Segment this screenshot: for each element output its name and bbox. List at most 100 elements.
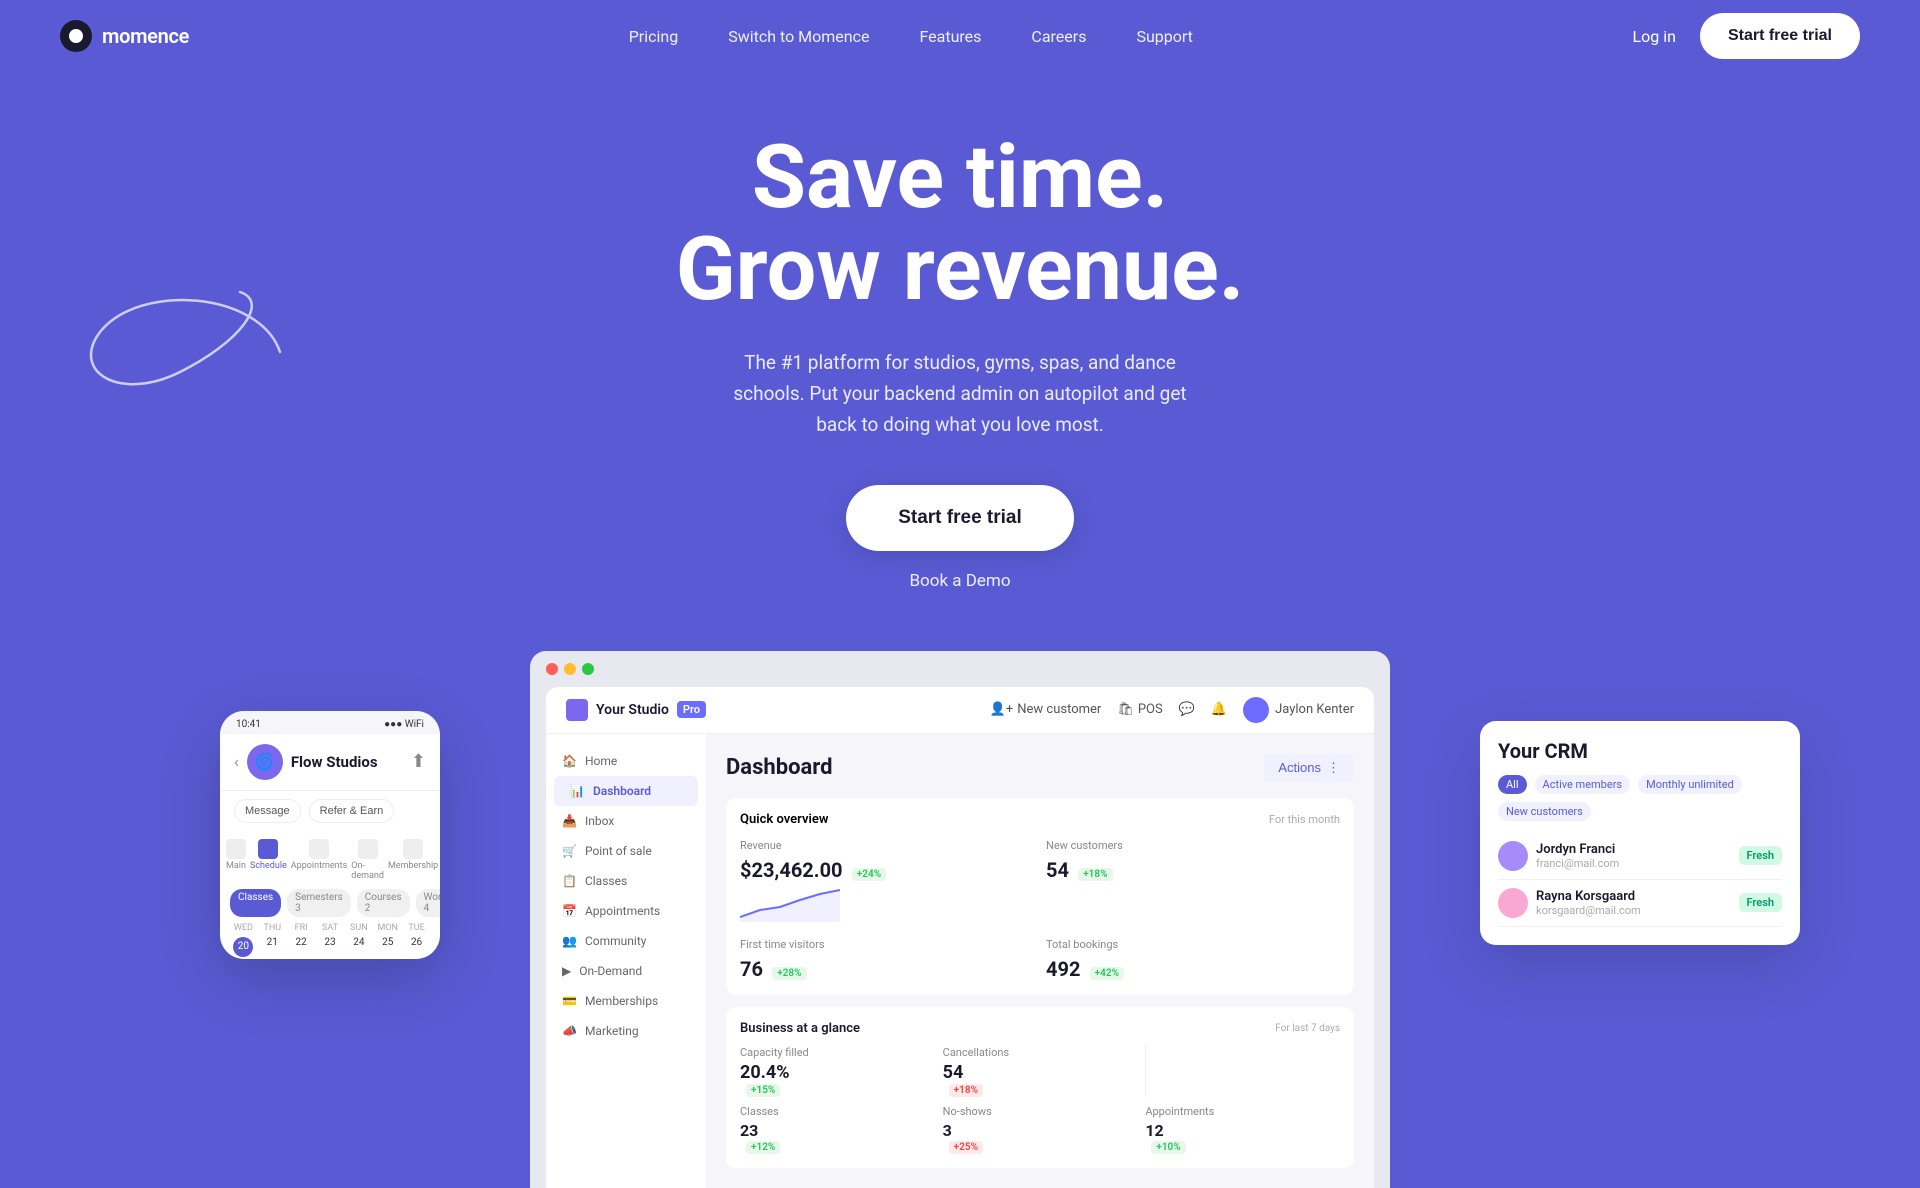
navigation: momence Pricing Switch to Momence Featur…	[0, 0, 1920, 72]
logo-inner-dot	[69, 29, 83, 43]
preview-section: 10:41 ●●● WiFi ‹ 🌀 Flow Studios ⬆ Messag…	[0, 631, 1920, 1188]
biz-period: For last 7 days	[1275, 1023, 1340, 1034]
mobile-nav-schedule[interactable]: Schedule	[250, 839, 287, 881]
crm-tab-active[interactable]: Active members	[1535, 775, 1631, 794]
inbox-icon: 📥	[562, 814, 577, 828]
revenue-value: $23,462.00	[740, 858, 843, 882]
nav-careers[interactable]: Careers	[1031, 27, 1086, 46]
pos-label: POS	[1138, 702, 1163, 717]
hero-section: Save time. Grow revenue. The #1 platform…	[0, 72, 1920, 631]
sidebar-marketing[interactable]: 📣 Marketing	[546, 1016, 706, 1046]
studio-name-text: Your Studio	[596, 702, 669, 718]
pos-icon: 🛍	[1117, 702, 1134, 717]
biz-glance-card: Business at a glance For last 7 days Cap…	[726, 1007, 1354, 1168]
no-shows-metric: No-shows 3 +25%	[943, 1105, 1138, 1154]
marketing-icon: 📣	[562, 1024, 577, 1038]
message-icon[interactable]: 💬	[1179, 702, 1195, 717]
sidebar-dashboard[interactable]: 📊 Dashboard	[554, 776, 698, 806]
crm-tabs: All Active members Monthly unlimited New…	[1498, 775, 1782, 821]
new-customer-action[interactable]: 👤+ New customer	[990, 702, 1102, 717]
mobile-calendar: WED THU FRI SAT SUN MON TUE 20 21 22 23 …	[220, 923, 440, 957]
sidebar-ondemand[interactable]: ▶ On-Demand	[546, 956, 706, 986]
nav-pricing[interactable]: Pricing	[629, 27, 679, 46]
divider	[1145, 1046, 1146, 1097]
crm-tab-monthly[interactable]: Monthly unlimited	[1638, 775, 1742, 794]
memberships-icon: 💳	[562, 994, 577, 1008]
hero-title-line1: Save time.	[752, 126, 1168, 229]
dot-close	[546, 663, 558, 675]
mobile-statusbar: 10:41 ●●● WiFi	[220, 711, 440, 734]
crm-tab-all[interactable]: All	[1498, 775, 1527, 794]
mobile-message-button[interactable]: Message	[234, 799, 301, 823]
mobile-back-icon[interactable]: ‹	[234, 752, 239, 771]
browser-traffic-lights	[546, 663, 1374, 675]
hero-start-trial-button[interactable]: Start free trial	[846, 485, 1074, 551]
dashboard-title: Dashboard	[726, 755, 833, 780]
first-time-badge: +28%	[772, 967, 806, 980]
user-name: Jaylon Kenter	[1275, 702, 1354, 717]
crm-status-rayna: Fresh	[1739, 893, 1782, 912]
sidebar-inbox[interactable]: 📥 Inbox	[546, 806, 706, 836]
actions-button[interactable]: Actions ⋮	[1264, 754, 1354, 782]
sidebar-pos[interactable]: 🛒 Point of sale	[546, 836, 706, 866]
dot-maximize	[582, 663, 594, 675]
nav-support[interactable]: Support	[1136, 27, 1192, 46]
sidebar-memberships[interactable]: 💳 Memberships	[546, 986, 706, 1016]
hero-title: Save time. Grow revenue.	[676, 132, 1245, 317]
mobile-nav-appointments[interactable]: Appointments	[291, 839, 347, 881]
browser-window: Your Studio Pro 👤+ New customer 🛍 POS 💬 …	[530, 651, 1390, 1188]
nav-start-trial-button[interactable]: Start free trial	[1700, 13, 1860, 59]
studio-logo-icon	[566, 699, 588, 721]
appointments-metric: Appointments 12 +10%	[1145, 1105, 1340, 1154]
brand-logo[interactable]: momence	[60, 20, 189, 52]
calendar-dates: 20 21 22 23 24 25 26	[230, 937, 430, 957]
actions-dots-icon: ⋮	[1327, 760, 1340, 776]
sidebar-community[interactable]: 👥 Community	[546, 926, 706, 956]
crm-email-rayna: korsgaard@mail.com	[1536, 904, 1641, 917]
schedule-tab-semesters[interactable]: Semesters 3	[287, 889, 351, 917]
mobile-share-icon[interactable]: ⬆	[411, 751, 426, 772]
revenue-chart	[740, 882, 840, 922]
mobile-nav-main[interactable]: Main	[226, 839, 246, 881]
total-bookings-label: Total bookings	[1046, 938, 1340, 951]
user-profile[interactable]: Jaylon Kenter	[1243, 697, 1354, 723]
total-bookings-metric: Total bookings 492 +42%	[1046, 938, 1340, 981]
classes-icon: 📋	[562, 874, 577, 888]
dashboard-topbar: Your Studio Pro 👤+ New customer 🛍 POS 💬 …	[546, 687, 1374, 734]
appointments-icon	[309, 839, 329, 859]
mobile-nav: Main Schedule Appointments On-demand Mem…	[220, 831, 440, 889]
mobile-studio-name: Flow Studios	[291, 753, 378, 771]
crm-title: Your CRM	[1498, 739, 1782, 763]
mobile-nav-membership[interactable]: Membership	[388, 839, 438, 881]
hero-book-demo-link[interactable]: Book a Demo	[909, 571, 1010, 591]
brand-name: momence	[102, 24, 189, 48]
biz-metrics-row1: Capacity filled 20.4% +15% Cancellations…	[740, 1046, 1340, 1097]
crm-tab-new[interactable]: New customers	[1498, 802, 1591, 821]
main-icon	[226, 839, 246, 859]
calendar-header: WED THU FRI SAT SUN MON TUE	[230, 923, 430, 933]
revenue-badge: +24%	[852, 868, 886, 881]
community-icon: 👥	[562, 934, 577, 948]
crm-member-row-2: Rayna Korsgaard korsgaard@mail.com Fresh	[1498, 880, 1782, 927]
schedule-tab-workshops[interactable]: Workshops 4	[416, 889, 440, 917]
swirl-decoration	[80, 272, 300, 392]
sidebar-appointments[interactable]: 📅 Appointments	[546, 896, 706, 926]
nav-switch[interactable]: Switch to Momence	[728, 27, 869, 46]
nav-features[interactable]: Features	[919, 27, 981, 46]
sidebar-classes[interactable]: 📋 Classes	[546, 866, 706, 896]
biz-header: Business at a glance For last 7 days	[740, 1021, 1340, 1036]
mobile-nav-ondemand[interactable]: On-demand	[351, 839, 384, 881]
revenue-label: Revenue	[740, 839, 1034, 852]
total-bookings-value: 492	[1046, 957, 1080, 981]
hero-title-line2: Grow revenue.	[676, 218, 1245, 321]
schedule-tab-courses[interactable]: Courses 2	[357, 889, 410, 917]
metrics-grid: Revenue $23,462.00 +24%	[740, 839, 1340, 981]
pos-action[interactable]: 🛍 POS	[1117, 702, 1162, 717]
mobile-refer-button[interactable]: Refer & Earn	[309, 799, 395, 823]
schedule-tab-classes[interactable]: Classes	[230, 889, 281, 917]
login-link[interactable]: Log in	[1633, 27, 1676, 46]
new-customer-label: New customer	[1017, 702, 1101, 717]
bell-icon[interactable]: 🔔	[1211, 702, 1227, 717]
dashboard-content: Dashboard Actions ⋮ Quick overview For t…	[706, 734, 1374, 1188]
sidebar-home[interactable]: 🏠 Home	[546, 746, 706, 776]
